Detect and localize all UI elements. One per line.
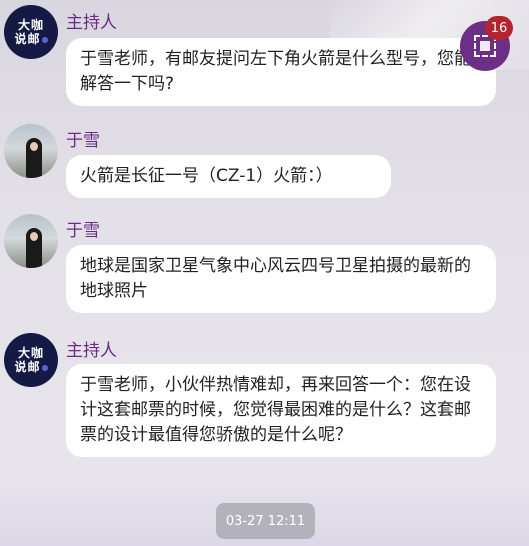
- host-logo-icon[interactable]: 大咖 说邮: [4, 5, 58, 59]
- guest-photo-icon[interactable]: [4, 124, 58, 178]
- message-bubble[interactable]: 地球是国家卫星气象中心风云四号卫星拍摄的最新的地球照片: [66, 245, 496, 313]
- guest-photo-icon[interactable]: [4, 214, 58, 268]
- sender-name: 主持人: [66, 13, 117, 33]
- sender-name: 于雪: [66, 221, 100, 241]
- avatar-text-line2: 说邮: [14, 32, 41, 46]
- message-bubble[interactable]: 于雪老师，小伙伴热情难却，再来回答一个：您在设计这套邮票的时候，您觉得最困难的是…: [66, 364, 496, 457]
- avatar-text-line2: 说邮: [14, 360, 41, 374]
- message-bubble[interactable]: 于雪老师，有邮友提问左下角火箭是什么型号，您能解答一下吗?: [66, 38, 496, 106]
- host-logo-icon[interactable]: 大咖 说邮: [4, 333, 58, 387]
- avatar-text-line1: 大咖: [17, 346, 44, 360]
- sender-name: 主持人: [66, 341, 117, 361]
- timestamp: 03-27 12:11: [216, 503, 315, 539]
- notification-badge: 16: [485, 16, 513, 40]
- avatar-text-line1: 大咖: [17, 18, 44, 32]
- message-bubble[interactable]: 火箭是长征一号（CZ-1）火箭：）: [66, 155, 391, 198]
- sender-name: 于雪: [66, 131, 100, 151]
